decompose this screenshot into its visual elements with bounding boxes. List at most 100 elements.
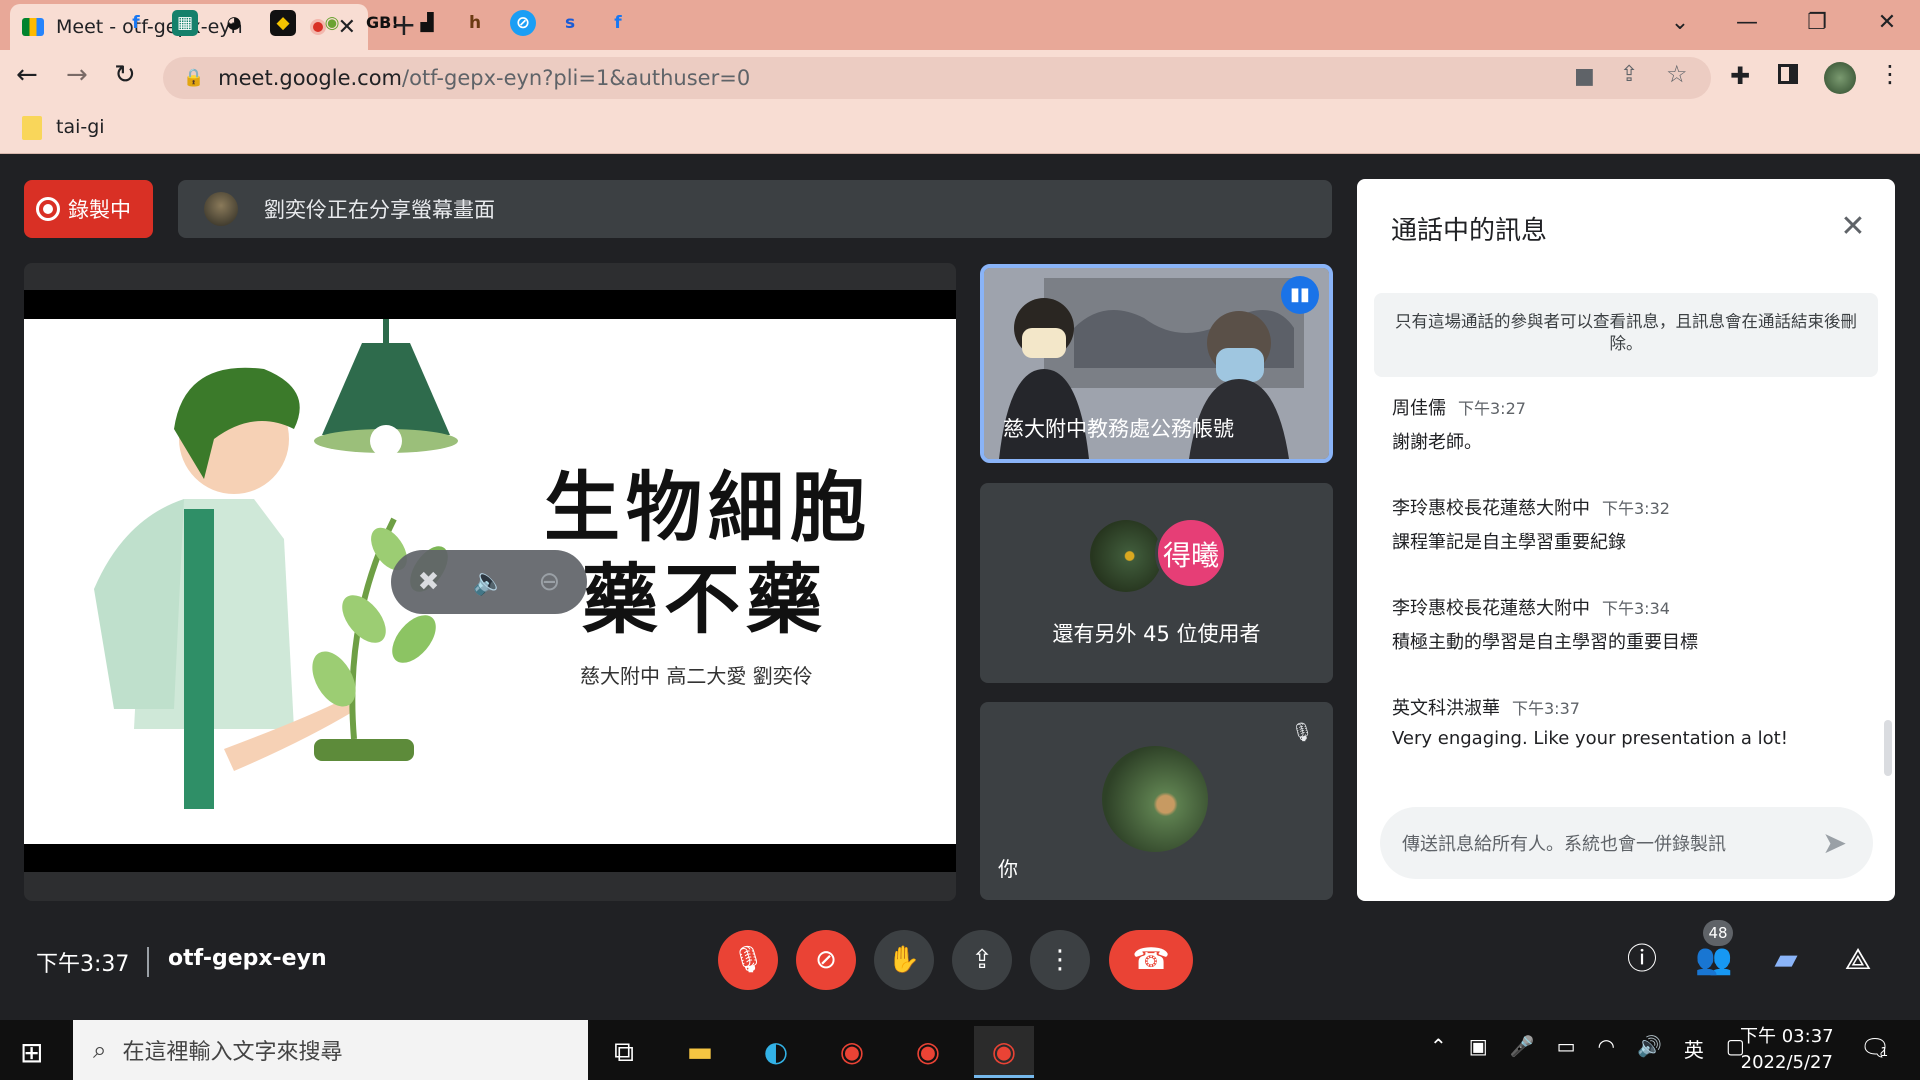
- mic-off-icon: 🎙: [731, 945, 765, 975]
- record-icon: [36, 197, 60, 221]
- participant-avatar-initials: 得曦: [1155, 517, 1227, 589]
- send-icon[interactable]: ➤: [1822, 826, 1847, 861]
- star-icon[interactable]: ☆: [1666, 60, 1688, 88]
- bookmarks-bar: [0, 106, 1920, 154]
- facebook-icon-2[interactable]: f: [605, 10, 631, 36]
- chevron-up-icon[interactable]: ⌃: [1430, 1034, 1447, 1063]
- s-icon[interactable]: s: [557, 10, 583, 36]
- volume-icon[interactable]: 🔈: [473, 567, 505, 597]
- address-bar[interactable]: 🔒 meet.google.com/otf-gepx-eyn?pli=1&aut…: [163, 57, 1711, 99]
- file-explorer-icon[interactable]: ▬: [670, 1026, 730, 1078]
- search-icon: ⌕: [93, 1036, 107, 1064]
- volume-icon[interactable]: 🔊: [1637, 1034, 1662, 1063]
- sheet-icon[interactable]: ▦: [172, 10, 198, 36]
- letterbox-bottom: [24, 844, 956, 872]
- notification-count: 1: [1880, 1045, 1889, 1059]
- chat-message: 周佳儒 下午3:27 謝謝老師。: [1392, 394, 1862, 454]
- meeting-clock: 下午3:37: [36, 952, 130, 977]
- chat-input-placeholder: 傳送訊息給所有人。系統也會一併錄製訊: [1402, 834, 1726, 855]
- taskbar-clock[interactable]: 下午 03:37 2022/5/27: [1740, 1024, 1834, 1076]
- raise-hand-button[interactable]: ✋: [874, 930, 934, 990]
- forward-icon[interactable]: →: [66, 60, 88, 90]
- tool-icon[interactable]: ▟: [414, 10, 440, 36]
- clock-time: 下午 03:37: [1740, 1026, 1834, 1047]
- gb-icon[interactable]: GB!: [366, 10, 399, 36]
- globe-icon[interactable]: ◕: [221, 10, 247, 36]
- info-icon[interactable]: ⓘ: [1622, 940, 1662, 980]
- message-time: 下午3:32: [1602, 499, 1670, 518]
- chrome-profile-icon[interactable]: ◉: [898, 1026, 958, 1078]
- bookmark-tai-gi[interactable]: tai-gi: [56, 116, 105, 138]
- sender-name: 英文科洪淑華: [1392, 698, 1500, 719]
- sender-name: 周佳儒: [1392, 398, 1446, 419]
- presentation-banner: 劉奕伶正在分享螢幕畫面: [178, 180, 1332, 238]
- extensions-icon[interactable]: ✚: [1730, 62, 1750, 90]
- notifications-icon[interactable]: 🗨1: [1860, 1034, 1890, 1062]
- ring-icon[interactable]: ⊘: [510, 10, 536, 36]
- sidepanel-icon[interactable]: [1778, 64, 1798, 84]
- folder-icon[interactable]: [22, 116, 42, 140]
- melon-icon[interactable]: ◉: [319, 10, 345, 36]
- tab-search-icon[interactable]: ⌄: [1645, 0, 1715, 46]
- reload-icon[interactable]: ↻: [114, 60, 136, 90]
- camera-icon[interactable]: ■: [1574, 64, 1595, 89]
- sender-name: 李玲惠校長花蓮慈大附中: [1392, 598, 1590, 619]
- minimize-icon[interactable]: —: [1712, 0, 1782, 46]
- sender-name: 李玲惠校長花蓮慈大附中: [1392, 498, 1590, 519]
- windows-start-icon[interactable]: ⊞: [20, 1036, 43, 1069]
- message-text: 積極主動的學習是自主學習的重要目標: [1392, 632, 1698, 653]
- h-icon[interactable]: h: [462, 10, 488, 36]
- taskbar-search[interactable]: ⌕ 在這裡輸入文字來搜尋: [73, 1020, 588, 1080]
- letterbox-top: [24, 290, 956, 319]
- slide-title-line1: 生物細胞: [544, 463, 872, 552]
- more-options-button[interactable]: ⋮: [1030, 930, 1090, 990]
- camera-off-icon: ⊘: [815, 945, 837, 975]
- message-text: Very engaging. Like your presentation a …: [1392, 728, 1788, 749]
- recording-indicator[interactable]: 錄製中: [24, 180, 153, 238]
- slide-title: 生物細胞 藥不藥: [520, 462, 872, 646]
- activities-icon[interactable]: ⟁: [1838, 940, 1878, 980]
- chat-title: 通話中的訊息: [1391, 216, 1548, 246]
- people-icon[interactable]: 👥: [1694, 940, 1734, 980]
- divider: [147, 947, 149, 977]
- battery-icon[interactable]: ▭: [1557, 1034, 1576, 1063]
- share-icon[interactable]: ⇪: [1620, 62, 1638, 87]
- ime-indicator[interactable]: 英: [1684, 1034, 1704, 1063]
- edge-icon[interactable]: ◐: [746, 1026, 806, 1078]
- kebab-menu-icon[interactable]: ⋮: [1878, 60, 1902, 88]
- participant-avatar: [1090, 520, 1162, 592]
- self-avatar: [1102, 746, 1208, 852]
- chrome-active-icon[interactable]: ◉: [974, 1026, 1034, 1078]
- chat-icon[interactable]: ▰: [1766, 940, 1806, 980]
- close-icon[interactable]: ✕: [1836, 210, 1870, 244]
- window-close-icon[interactable]: ✕: [1852, 0, 1920, 46]
- participant-tile-others[interactable]: [980, 483, 1333, 683]
- back-icon[interactable]: ←: [16, 60, 38, 90]
- facebook-icon[interactable]: f: [123, 10, 149, 36]
- meeting-code: otf-gepx-eyn: [168, 946, 327, 971]
- end-call-button[interactable]: ☎: [1109, 930, 1193, 990]
- others-count: 還有另外 45 位使用者: [1052, 622, 1261, 646]
- participant-count-badge: 48: [1703, 920, 1733, 946]
- chat-scrollbar[interactable]: [1884, 720, 1892, 776]
- restore-icon[interactable]: ❐: [1782, 0, 1852, 46]
- profile-avatar[interactable]: [1824, 62, 1856, 94]
- remove-icon[interactable]: ⊖: [539, 567, 561, 597]
- message-text: 謝謝老師。: [1392, 432, 1482, 453]
- participant-name: 慈大附中教務處公務帳號: [1003, 417, 1234, 441]
- camera-toggle-button[interactable]: ⊘: [796, 930, 856, 990]
- app-icon[interactable]: ◆: [270, 10, 296, 36]
- unpin-icon[interactable]: ✖: [418, 567, 440, 597]
- chat-input[interactable]: 傳送訊息給所有人。系統也會一併錄製訊: [1380, 807, 1873, 879]
- wifi-icon[interactable]: ◠: [1597, 1034, 1614, 1063]
- present-button[interactable]: ⇪: [952, 930, 1012, 990]
- device-icon[interactable]: ▣: [1469, 1034, 1488, 1063]
- chrome-icon[interactable]: ◉: [822, 1026, 882, 1078]
- url-text: meet.google.com/otf-gepx-eyn?pli=1&authu…: [218, 66, 751, 90]
- meet-favicon: [22, 18, 44, 36]
- microphone-icon[interactable]: 🎤: [1510, 1034, 1535, 1063]
- task-view-icon[interactable]: ⧉: [594, 1026, 654, 1078]
- mic-toggle-button[interactable]: 🎙: [718, 930, 778, 990]
- clock-date: 2022/5/27: [1740, 1052, 1833, 1073]
- tile-controls: ✖ 🔈 ⊖: [391, 550, 587, 614]
